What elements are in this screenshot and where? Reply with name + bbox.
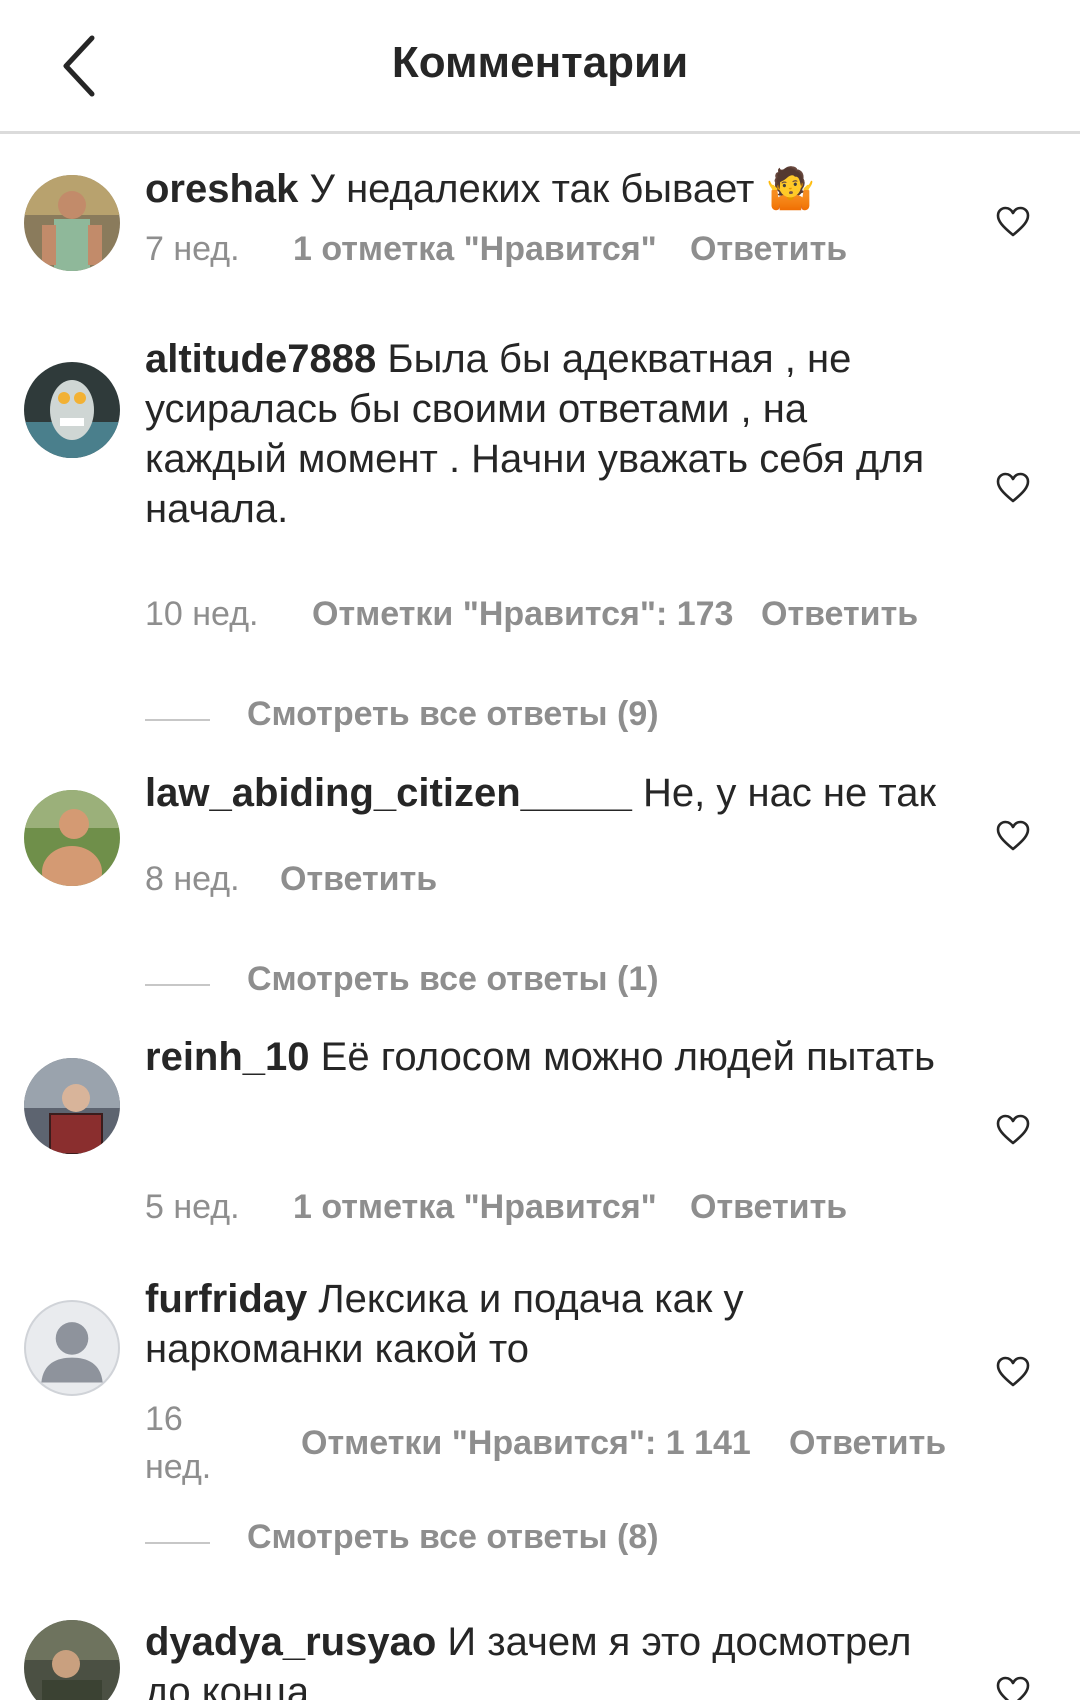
avatar[interactable] [24,175,120,271]
reply-button[interactable]: Ответить [690,230,847,269]
replies-divider [145,719,210,721]
like-count[interactable]: Отметки "Нравится": 1 141 [301,1424,751,1463]
reply-button[interactable]: Ответить [280,860,437,899]
view-replies-label: Смотреть все ответы (8) [247,1518,659,1556]
like-button[interactable] [996,206,1030,238]
default-avatar-icon [41,1322,103,1383]
comment-text: oreshak У недалеких так бывает 🤷 [145,162,945,216]
avatar[interactable] [24,1058,120,1154]
like-button[interactable] [996,1676,1030,1700]
timestamp: 8 нед. [145,860,240,898]
timestamp-line-2: нед. [145,1448,212,1486]
username[interactable]: reinh_10 [145,1035,310,1079]
reply-button[interactable]: Ответить [690,1188,847,1227]
replies-divider [145,984,210,986]
shrug-emoji: 🤷 [765,167,816,211]
heart-outline-icon [996,1676,1030,1700]
heart-outline-icon [996,472,1030,503]
like-count[interactable]: Отметки "Нравится": 173 [312,595,733,634]
like-count[interactable]: 1 отметка "Нравится" [293,230,657,269]
view-replies-button[interactable]: Смотреть все ответы (8) [145,1518,845,1566]
comment-text: dyadya_rusyao И зачем я это досмотрел до… [145,1620,945,1700]
like-button[interactable] [996,1114,1030,1146]
comment-body: Не, у нас не так [643,771,936,815]
top-bar: Комментарии [0,0,1080,134]
username[interactable]: oreshak [145,167,298,211]
comment-item: dyadya_rusyao И зачем я это досмотрел до… [0,1620,1080,1700]
heart-outline-icon [996,1356,1030,1387]
reply-button[interactable]: Ответить [761,595,918,634]
comment-text: furfriday Лексика и подача как у наркома… [145,1274,945,1374]
view-replies-label: Смотреть все ответы (9) [247,695,659,733]
view-replies-button[interactable]: Смотреть все ответы (1) [145,960,845,1008]
view-replies-button[interactable]: Смотреть все ответы (9) [145,695,845,743]
username[interactable]: law_abiding_citizen_____ [145,771,632,815]
comment-body: У недалеких так бывает [309,167,755,211]
username[interactable]: dyadya_rusyao [145,1620,436,1664]
timestamp: 5 нед. [145,1188,240,1226]
heart-outline-icon [996,1114,1030,1145]
like-button[interactable] [996,1356,1030,1388]
heart-outline-icon [996,206,1030,237]
avatar[interactable] [24,1620,120,1700]
comment-text: altitude7888 Была бы адекватная , не уси… [145,334,945,534]
comment-text: reinh_10 Её голосом можно людей пытать [145,1032,945,1082]
replies-divider [145,1542,210,1544]
username[interactable]: altitude7888 [145,337,376,381]
like-button[interactable] [996,820,1030,852]
timestamp-line-1: 16 [145,1400,183,1438]
reply-button[interactable]: Ответить [789,1424,946,1463]
username[interactable]: furfriday [145,1277,307,1321]
page-title: Комментарии [391,38,689,87]
heart-outline-icon [996,820,1030,851]
like-count[interactable]: 1 отметка "Нравится" [293,1188,657,1227]
timestamp: 10 нед. [145,595,259,633]
avatar[interactable] [24,790,120,886]
view-replies-label: Смотреть все ответы (1) [247,960,659,998]
comment-text: law_abiding_citizen_____ Не, у нас не та… [145,766,965,820]
like-button[interactable] [996,472,1030,504]
avatar[interactable] [24,1300,120,1396]
comment-body: Её голосом можно людей пытать [320,1035,935,1079]
timestamp: 7 нед. [145,230,240,268]
avatar[interactable] [24,362,120,458]
